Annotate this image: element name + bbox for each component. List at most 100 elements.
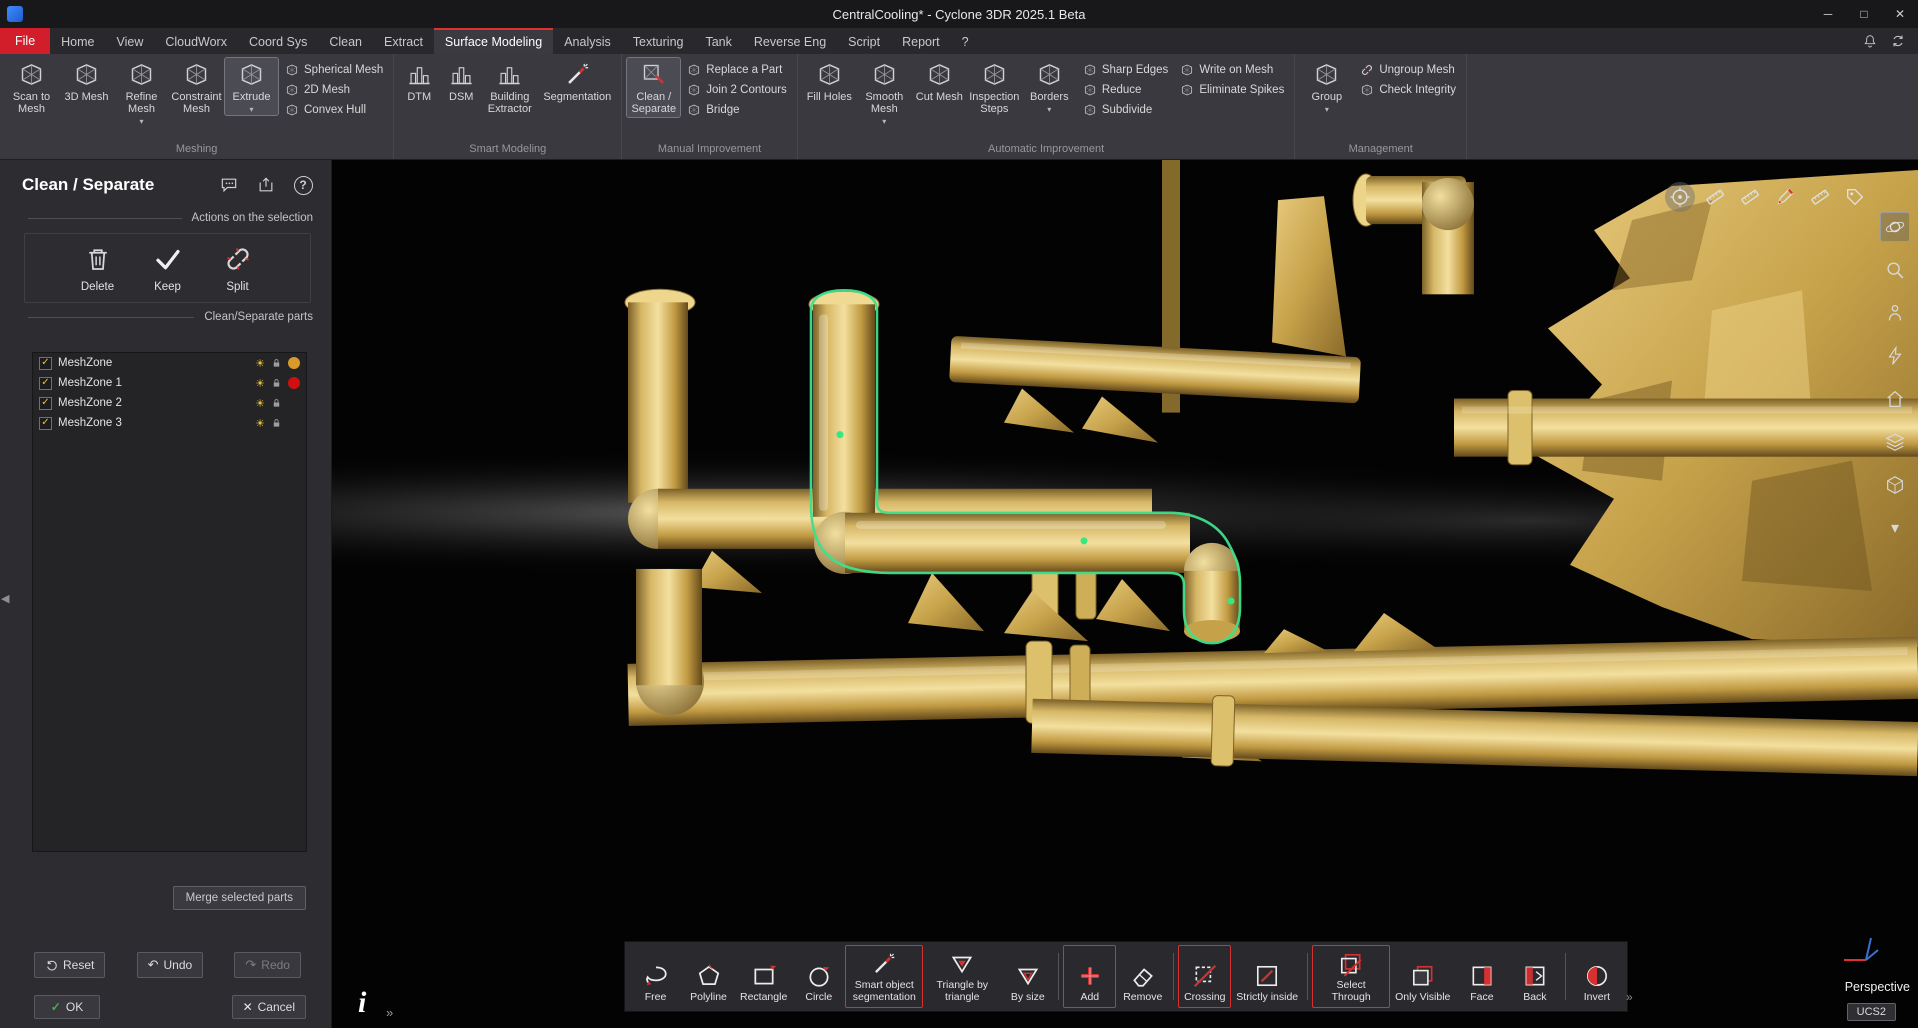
measure-distance-button[interactable] (1700, 182, 1730, 212)
tool-face[interactable]: Face (1455, 945, 1508, 1008)
ribbon-button-refine-mesh[interactable]: Refine Mesh ▾ (114, 57, 169, 128)
checkbox-checked[interactable]: ✓ (39, 417, 52, 430)
tool-only-visible[interactable]: Only Visible (1390, 945, 1455, 1008)
ribbon-button-smooth-mesh[interactable]: Smooth Mesh ▾ (857, 57, 912, 128)
lock-icon[interactable] (271, 357, 282, 369)
measure-quick-button[interactable] (1805, 182, 1835, 212)
ribbon-button-ungroup-mesh[interactable]: Ungroup Mesh (1357, 62, 1459, 78)
measure-multi-button[interactable] (1735, 182, 1765, 212)
more-views-button[interactable]: ▾ (1880, 513, 1910, 543)
tab-texturing[interactable]: Texturing (622, 28, 695, 54)
tab-extract[interactable]: Extract (373, 28, 434, 54)
tool-invert[interactable]: Invert (1570, 945, 1623, 1008)
ribbon-button-dtm[interactable]: DTM (398, 57, 440, 106)
reset-button[interactable]: Reset (34, 952, 105, 978)
tool-circle[interactable]: Circle (792, 945, 845, 1008)
tool-triangle-by-triangle[interactable]: Triangle by triangle (923, 945, 1001, 1008)
tool-free[interactable]: Free (629, 945, 682, 1008)
comment-icon[interactable] (217, 174, 241, 196)
tab-view[interactable]: View (106, 28, 155, 54)
center-view-button[interactable] (1665, 182, 1695, 212)
projection-label[interactable]: Perspective (1845, 980, 1910, 994)
part-color-dot[interactable] (288, 397, 300, 409)
tab-reverse-eng[interactable]: Reverse Eng (743, 28, 837, 54)
tab-cloudworx[interactable]: CloudWorx (154, 28, 238, 54)
bell-icon[interactable] (1862, 33, 1878, 49)
zoom-fit-button[interactable] (1880, 255, 1910, 285)
walkthrough-button[interactable] (1880, 298, 1910, 328)
ok-button[interactable]: ✓ OK (34, 995, 100, 1019)
ribbon-button-convex-hull[interactable]: Convex Hull (282, 102, 386, 118)
sync-icon[interactable] (1890, 33, 1906, 49)
ribbon-button-segmentation[interactable]: Segmentation (537, 57, 617, 106)
part-row[interactable]: ✓ MeshZone 1 ☀ (33, 373, 306, 393)
lock-icon[interactable] (271, 377, 282, 389)
tool-remove[interactable]: Remove (1116, 945, 1169, 1008)
annotate-button[interactable] (1770, 182, 1800, 212)
tool-polyline[interactable]: Polyline (682, 945, 735, 1008)
tool-rectangle[interactable]: Rectangle (735, 945, 792, 1008)
ribbon-button-constraint-mesh[interactable]: Constraint Mesh (169, 57, 224, 118)
ribbon-button-cut-mesh[interactable]: Cut Mesh (912, 57, 967, 106)
quick-tools-button[interactable] (1880, 341, 1910, 371)
tab-help[interactable]: ? (951, 28, 980, 54)
part-row[interactable]: ✓ MeshZone 3 ☀ (33, 413, 306, 433)
parts-list[interactable]: ✓ MeshZone ☀ ✓ MeshZone 1 ☀ ✓ MeshZone 2… (32, 352, 307, 852)
tool-by-size[interactable]: By size (1001, 945, 1054, 1008)
ribbon-button-join-2-contours[interactable]: Join 2 Contours (684, 82, 790, 98)
tool-crossing[interactable]: Crossing (1178, 945, 1231, 1008)
lock-icon[interactable] (271, 397, 282, 409)
minimize-button[interactable]: ─ (1810, 0, 1846, 28)
info-button[interactable]: i (358, 988, 366, 1018)
tab-clean[interactable]: Clean (318, 28, 373, 54)
ribbon-button-replace-a-part[interactable]: Replace a Part (684, 62, 790, 78)
ribbon-button-eliminate-spikes[interactable]: Eliminate Spikes (1177, 82, 1287, 98)
keep-button[interactable]: Keep (138, 244, 198, 293)
ribbon-button-dsm[interactable]: DSM (440, 57, 482, 106)
tool-strictly-inside[interactable]: Strictly inside (1231, 945, 1303, 1008)
redo-button[interactable]: ↷ Redo (234, 952, 301, 978)
label-button[interactable] (1840, 182, 1870, 212)
part-color-dot[interactable] (288, 377, 300, 389)
ribbon-button-scan-to-mesh[interactable]: Scan to Mesh (4, 57, 59, 118)
ribbon-button-inspection-steps[interactable]: Inspection Steps (967, 57, 1022, 118)
part-color-dot[interactable] (288, 357, 300, 369)
part-row[interactable]: ✓ MeshZone 2 ☀ (33, 393, 306, 413)
expand-info-icon[interactable]: » (386, 1005, 393, 1020)
ribbon-button-building-extractor[interactable]: Building Extractor (482, 57, 537, 118)
panel-collapse-icon[interactable]: ◀ (1, 592, 9, 605)
expand-toolbar-icon[interactable]: » (1626, 990, 1633, 1004)
layers-button[interactable] (1880, 427, 1910, 457)
maximize-button[interactable]: □ (1846, 0, 1882, 28)
tab-report[interactable]: Report (891, 28, 951, 54)
viewport-3d[interactable]: ▾ Free Polyline Rectangle Circle Sma (332, 160, 1918, 1028)
tab-surface-modeling[interactable]: Surface Modeling (434, 28, 553, 54)
cancel-button[interactable]: ✕ Cancel (232, 995, 306, 1019)
checkbox-checked[interactable]: ✓ (39, 397, 52, 410)
close-button[interactable]: ✕ (1882, 0, 1918, 28)
ribbon-button-reduce[interactable]: Reduce (1080, 82, 1172, 98)
visibility-sun-icon[interactable]: ☀ (255, 377, 265, 390)
ribbon-button-borders[interactable]: Borders ▾ (1022, 57, 1077, 116)
checkbox-checked[interactable]: ✓ (39, 357, 52, 370)
home-view-button[interactable] (1880, 384, 1910, 414)
ribbon-button-extrude[interactable]: Extrude ▾ (224, 57, 279, 116)
merge-selected-parts-button[interactable]: Merge selected parts (173, 886, 306, 910)
delete-button[interactable]: Delete (68, 244, 128, 293)
split-button[interactable]: Split (208, 244, 268, 293)
ribbon-button-3d-mesh[interactable]: 3D Mesh (59, 57, 114, 106)
tab-tank[interactable]: Tank (694, 28, 742, 54)
tab-coord-sys[interactable]: Coord Sys (238, 28, 318, 54)
tool-add[interactable]: Add (1063, 945, 1116, 1008)
tab-file[interactable]: File (0, 28, 50, 54)
checkbox-checked[interactable]: ✓ (39, 377, 52, 390)
visibility-sun-icon[interactable]: ☀ (255, 397, 265, 410)
ribbon-button-bridge[interactable]: Bridge (684, 102, 790, 118)
view-cube-button[interactable] (1880, 470, 1910, 500)
ribbon-button-2d-mesh[interactable]: 2D Mesh (282, 82, 386, 98)
ribbon-button-sharp-edges[interactable]: Sharp Edges (1080, 62, 1172, 78)
tab-script[interactable]: Script (837, 28, 891, 54)
undo-button[interactable]: ↶ Undo (137, 952, 204, 978)
ribbon-button-spherical-mesh[interactable]: Spherical Mesh (282, 62, 386, 78)
ucs-button[interactable]: UCS2 (1847, 1003, 1896, 1021)
